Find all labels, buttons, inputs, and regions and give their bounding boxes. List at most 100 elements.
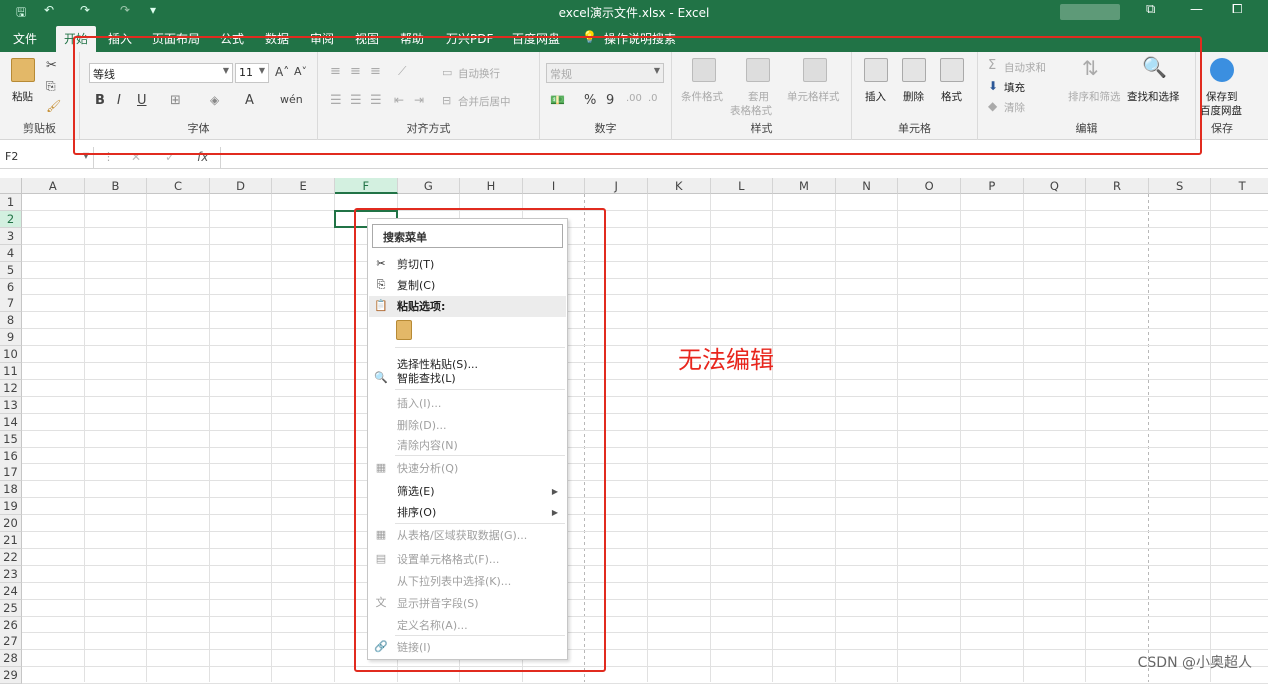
row-header-14[interactable]: 14	[0, 414, 22, 431]
align-bottom-icon[interactable]: ≡	[370, 64, 381, 79]
row-header-7[interactable]: 7	[0, 295, 22, 312]
menu-item[interactable]: 🔍智能查找(L)	[369, 368, 566, 389]
row-header-13[interactable]: 13	[0, 397, 22, 414]
font-color-button[interactable]: A	[245, 93, 254, 108]
tab-data[interactable]: 数据	[265, 30, 289, 47]
worksheet-grid[interactable]: ABCDEFGHIJKLMNOPQRST 1234567891011121314…	[0, 178, 1268, 682]
paste-icon[interactable]	[11, 58, 35, 82]
column-header-r[interactable]: R	[1086, 178, 1149, 194]
tab-insert[interactable]: 插入	[108, 30, 132, 47]
increase-decimal-icon[interactable]: .00	[626, 93, 642, 104]
insert-cells-icon[interactable]	[864, 58, 888, 82]
row-header-21[interactable]: 21	[0, 532, 22, 549]
tab-formulas[interactable]: 公式	[220, 30, 244, 47]
column-header-g[interactable]: G	[398, 178, 461, 194]
row-header-25[interactable]: 25	[0, 600, 22, 617]
cancel-icon[interactable]: ✕	[131, 150, 141, 164]
find-select-icon[interactable]: 🔍	[1142, 55, 1167, 79]
decrease-indent-icon[interactable]: ⇤	[394, 93, 404, 107]
wrap-text-icon[interactable]: ▭	[442, 66, 452, 79]
row-header-9[interactable]: 9	[0, 329, 22, 346]
menu-item[interactable]: ✂剪切(T)	[369, 254, 566, 275]
align-center-icon[interactable]: ☰	[350, 93, 362, 108]
row-header-26[interactable]: 26	[0, 617, 22, 634]
menu-search-input[interactable]: 搜索菜单	[372, 224, 563, 248]
copy-icon[interactable]: ⎘	[46, 79, 56, 94]
sort-filter-icon[interactable]: ⇅	[1082, 56, 1099, 80]
autosum-button[interactable]: 自动求和	[1004, 60, 1046, 75]
column-header-i[interactable]: I	[523, 178, 586, 194]
column-header-o[interactable]: O	[898, 178, 961, 194]
menu-item[interactable]: 筛选(E)▶	[369, 481, 566, 502]
column-header-a[interactable]: A	[22, 178, 85, 194]
font-name-combo[interactable]: 等线▼	[89, 63, 233, 83]
cell-styles-icon[interactable]	[803, 58, 827, 82]
column-header-l[interactable]: L	[711, 178, 774, 194]
format-as-table-line1[interactable]: 套用	[748, 89, 769, 104]
paste-button[interactable]: 粘贴	[12, 89, 33, 104]
baidu-netdisk-icon[interactable]	[1210, 58, 1234, 82]
format-painter-icon[interactable]: 🖌	[46, 99, 61, 113]
decrease-decimal-icon[interactable]: .0	[648, 93, 658, 104]
row-header-29[interactable]: 29	[0, 667, 22, 684]
row-header-11[interactable]: 11	[0, 363, 22, 380]
menu-item[interactable]: 排序(O)▶	[369, 502, 566, 523]
row-header-23[interactable]: 23	[0, 566, 22, 583]
tab-view[interactable]: 视图	[355, 30, 379, 47]
clear-icon[interactable]: ◆	[988, 99, 997, 113]
column-header-f[interactable]: F	[335, 178, 398, 194]
paste-option-icon[interactable]	[396, 320, 412, 340]
row-header-15[interactable]: 15	[0, 431, 22, 448]
underline-button[interactable]: U	[137, 93, 147, 108]
tab-page-layout[interactable]: 页面布局	[152, 30, 200, 47]
insert-cells-button[interactable]: 插入	[865, 89, 886, 104]
column-header-p[interactable]: P	[961, 178, 1024, 194]
font-size-combo[interactable]: 11▼	[235, 63, 269, 83]
column-header-e[interactable]: E	[272, 178, 335, 194]
cell-styles-button[interactable]: 单元格样式	[787, 89, 840, 104]
borders-icon[interactable]: ⊞	[170, 93, 181, 108]
decrease-font-size-button[interactable]: A˅	[294, 65, 307, 78]
row-header-28[interactable]: 28	[0, 650, 22, 667]
tab-file[interactable]: 文件	[13, 30, 37, 47]
row-header-10[interactable]: 10	[0, 346, 22, 363]
row-header-8[interactable]: 8	[0, 312, 22, 329]
row-header-27[interactable]: 27	[0, 633, 22, 650]
ribbon-display-icon[interactable]: ⧉	[1146, 2, 1155, 17]
column-header-j[interactable]: J	[585, 178, 648, 194]
format-cells-icon[interactable]	[940, 58, 964, 82]
name-box[interactable]: F2▼	[0, 147, 94, 169]
conditional-formatting-icon[interactable]	[692, 58, 716, 82]
fill-icon[interactable]: ⬇	[988, 79, 998, 93]
save-to-baidu-line1[interactable]: 保存到	[1206, 89, 1238, 104]
conditional-formatting-button[interactable]: 条件格式	[681, 89, 723, 104]
row-header-17[interactable]: 17	[0, 464, 22, 481]
wrap-text-button[interactable]: 自动换行	[458, 66, 500, 81]
account-avatar[interactable]	[1060, 4, 1120, 20]
align-middle-icon[interactable]: ≡	[350, 64, 361, 79]
sort-filter-button[interactable]: 排序和筛选	[1068, 89, 1121, 104]
tab-home[interactable]: 开始	[56, 26, 96, 52]
orientation-icon[interactable]: ⟋	[398, 64, 406, 79]
fill-button[interactable]: 填充	[1004, 80, 1025, 95]
fill-color-icon[interactable]: ◈	[210, 93, 219, 107]
column-header-s[interactable]: S	[1149, 178, 1212, 194]
row-header-2[interactable]: 2	[0, 211, 22, 228]
format-as-table-line2[interactable]: 表格格式	[730, 103, 772, 118]
percent-button[interactable]: %	[584, 93, 596, 108]
minimize-button[interactable]: —	[1190, 2, 1203, 17]
row-header-6[interactable]: 6	[0, 279, 22, 296]
menu-item[interactable]: ⎘复制(C)	[369, 275, 566, 296]
delete-cells-button[interactable]: 删除	[903, 89, 924, 104]
accounting-format-icon[interactable]: 💵	[550, 93, 565, 107]
column-header-n[interactable]: N	[836, 178, 899, 194]
phonetic-button[interactable]: wén	[280, 93, 303, 106]
merge-center-button[interactable]: 合并后居中	[458, 94, 511, 109]
tab-help[interactable]: 帮助	[400, 30, 424, 47]
align-top-icon[interactable]: ≡	[330, 64, 341, 79]
autosum-icon[interactable]: Σ	[988, 58, 996, 73]
bold-button[interactable]: B	[95, 93, 105, 108]
column-header-t[interactable]: T	[1211, 178, 1268, 194]
align-right-icon[interactable]: ☰	[370, 93, 382, 108]
column-header-q[interactable]: Q	[1024, 178, 1087, 194]
